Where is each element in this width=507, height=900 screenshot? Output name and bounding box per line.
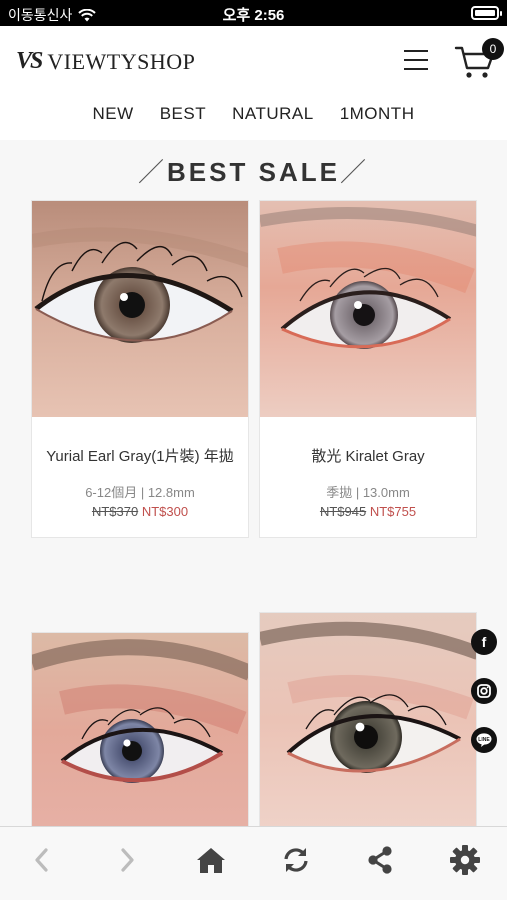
- logo-text: VIEWTYSHOP: [47, 48, 196, 74]
- product-info: 散光 Kiralet Gray 季拋 | 13.0mm NT$945 NT$75…: [260, 417, 476, 519]
- sale-price: NT$300: [141, 504, 189, 519]
- product-card[interactable]: 散光 Kiralet Gray 季拋 | 13.0mm NT$945 NT$75…: [259, 200, 477, 538]
- status-bar: 이동통신사 오후 2:56: [0, 0, 507, 26]
- original-price: NT$370: [91, 504, 139, 519]
- original-price: NT$945: [319, 504, 367, 519]
- title-slash-right: ／: [339, 157, 369, 187]
- gear-icon: [449, 844, 480, 875]
- instagram-icon[interactable]: [471, 678, 497, 704]
- product-card[interactable]: [259, 612, 477, 829]
- product-image[interactable]: [260, 201, 476, 417]
- forward-button[interactable]: [107, 840, 147, 880]
- product-price: NT$370 NT$300: [32, 504, 248, 519]
- home-button[interactable]: [191, 840, 231, 880]
- home-icon: [197, 847, 226, 873]
- eye-photo-blue: [32, 633, 248, 829]
- battery-icon: [471, 6, 502, 20]
- eye-photo-kiralet: [260, 201, 476, 417]
- refresh-button[interactable]: [276, 840, 316, 880]
- product-spec: 季拋 | 13.0mm: [326, 485, 410, 500]
- nav-item-best[interactable]: BEST: [160, 104, 206, 124]
- product-card[interactable]: Yurial Earl Gray(1片裝) 年拋 6-12個月 | 12.8mm…: [31, 200, 249, 538]
- product-image[interactable]: [260, 613, 476, 829]
- title-slash-left: ／: [138, 157, 168, 187]
- status-time: 오후 2:56: [222, 7, 285, 24]
- section-title: ／BEST SALE／: [0, 152, 507, 189]
- nav-item-new[interactable]: NEW: [93, 104, 134, 124]
- product-name[interactable]: Yurial Earl Gray(1片裝) 年拋: [32, 445, 248, 466]
- back-button[interactable]: [22, 840, 62, 880]
- chevron-right-icon: [121, 847, 134, 872]
- section-title-text: BEST SALE: [167, 157, 340, 187]
- nav-item-1month[interactable]: 1MONTH: [340, 104, 415, 124]
- settings-button[interactable]: [445, 840, 485, 880]
- eye-photo-brown-gray: [260, 613, 476, 829]
- line-chat-bubble-icon: LINE: [476, 733, 492, 747]
- category-nav: NEW BEST NATURAL 1MONTH: [0, 104, 507, 124]
- eye-photo-gray: [32, 201, 248, 417]
- facebook-icon[interactable]: f: [471, 629, 497, 655]
- line-icon[interactable]: LINE: [471, 727, 497, 753]
- refresh-icon: [284, 847, 308, 872]
- share-icon: [368, 845, 392, 874]
- share-button[interactable]: [360, 840, 400, 880]
- logo-mark: VS: [16, 48, 43, 74]
- product-image[interactable]: [32, 633, 248, 829]
- instagram-glyph-icon: [477, 684, 491, 698]
- product-name[interactable]: 散光 Kiralet Gray: [260, 445, 476, 466]
- sale-price: NT$755: [369, 504, 417, 519]
- cart-count-badge: 0: [482, 38, 504, 60]
- hamburger-menu-icon[interactable]: [404, 50, 428, 70]
- nav-item-natural[interactable]: NATURAL: [232, 104, 314, 124]
- product-card[interactable]: [31, 632, 249, 829]
- product-spec: 6-12個月 | 12.8mm: [85, 485, 195, 500]
- bottom-toolbar: [0, 826, 507, 900]
- line-label: LINE: [478, 737, 490, 743]
- site-header: VS VIEWTYSHOP 0 NEW BEST NATURAL 1MONTH: [0, 26, 507, 140]
- product-info: Yurial Earl Gray(1片裝) 年拋 6-12個月 | 12.8mm…: [32, 417, 248, 519]
- product-price: NT$945 NT$755: [260, 504, 476, 519]
- product-image[interactable]: [32, 201, 248, 417]
- chevron-left-icon: [35, 847, 48, 872]
- site-logo[interactable]: VS VIEWTYSHOP: [16, 48, 195, 75]
